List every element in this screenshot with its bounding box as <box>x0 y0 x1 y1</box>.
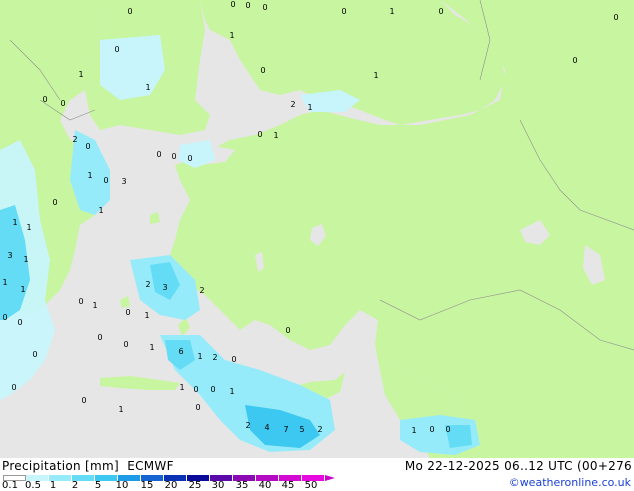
point-value-label: 0 <box>103 176 108 185</box>
point-value-label: 1 <box>145 83 150 92</box>
point-value-label: 0 <box>613 13 618 22</box>
point-value-label: 0 <box>231 355 236 364</box>
point-value-label: 1 <box>179 383 184 392</box>
point-value-label: 0 <box>195 403 200 412</box>
point-value-label: 0 <box>285 326 290 335</box>
point-value-label: 2 <box>245 421 250 430</box>
point-value-label: 0 <box>125 308 130 317</box>
point-value-label: 5 <box>299 425 304 434</box>
point-value-label: 0 <box>17 318 22 327</box>
point-value-label: 1 <box>411 426 416 435</box>
point-value-label: 3 <box>121 177 126 186</box>
point-value-label: 0 <box>572 56 577 65</box>
point-value-label: 2 <box>290 100 295 109</box>
point-value-label: 0 <box>230 0 235 9</box>
point-value-label: 4 <box>264 423 269 432</box>
point-value-label: 0 <box>123 340 128 349</box>
point-value-label: 1 <box>2 278 7 287</box>
point-value-label: 0 <box>445 425 450 434</box>
point-value-label: 0 <box>60 99 65 108</box>
point-value-label: 0 <box>78 297 83 306</box>
point-value-label: 2 <box>317 425 322 434</box>
map-title: Precipitation [mm] ECMWF <box>2 459 174 473</box>
point-value-label: 0 <box>257 130 262 139</box>
point-value-label: 0 <box>438 7 443 16</box>
map-footer: Precipitation [mm] ECMWF Mo 22-12-2025 0… <box>0 458 634 491</box>
point-value-label: 0 <box>171 152 176 161</box>
point-value-label: 1 <box>23 255 28 264</box>
point-value-label: 0 <box>11 383 16 392</box>
point-value-label: 1 <box>373 71 378 80</box>
point-value-label: 1 <box>149 343 154 352</box>
point-value-label: 0 <box>210 385 215 394</box>
point-value-label: 1 <box>20 285 25 294</box>
point-value-label: 1 <box>118 405 123 414</box>
point-value-label: 1 <box>26 223 31 232</box>
point-value-label: 1 <box>144 311 149 320</box>
point-value-label: 2 <box>145 280 150 289</box>
point-value-label: 0 <box>260 66 265 75</box>
point-value-label: 1 <box>197 352 202 361</box>
point-value-label: 1 <box>307 103 312 112</box>
point-value-label: 0 <box>127 7 132 16</box>
point-value-label: 0 <box>97 333 102 342</box>
point-value-label: 0 <box>114 45 119 54</box>
point-value-label: 0 <box>52 198 57 207</box>
point-value-label: 0 <box>42 95 47 104</box>
point-value-label: 0 <box>2 313 7 322</box>
point-value-label: 0 <box>81 396 86 405</box>
point-value-label: 1 <box>389 7 394 16</box>
point-value-label: 3 <box>7 251 12 260</box>
point-value-label: 0 <box>85 142 90 151</box>
point-value-label: 0 <box>187 154 192 163</box>
point-value-label: 0 <box>32 350 37 359</box>
point-value-label: 0 <box>341 7 346 16</box>
point-value-label: 0 <box>262 3 267 12</box>
point-value-label: 6 <box>178 347 183 356</box>
point-value-label: 0 <box>193 385 198 394</box>
point-value-label: 2 <box>72 135 77 144</box>
point-value-label: 1 <box>273 131 278 140</box>
point-value-label: 0 <box>156 150 161 159</box>
point-value-label: 0 <box>429 425 434 434</box>
point-value-label: 1 <box>92 301 97 310</box>
point-value-label: 2 <box>199 286 204 295</box>
source-credit: ©weatheronline.co.uk <box>508 476 631 489</box>
point-value-label: 1 <box>87 171 92 180</box>
point-value-label: 0 <box>245 1 250 10</box>
precipitation-map: 0 0 0 0 1 00100110 00102 10 10 002010 31113 11102 3 2… <box>0 0 634 458</box>
point-value-label: 3 <box>162 283 167 292</box>
point-value-label: 1 <box>229 387 234 396</box>
point-value-label: 1 <box>229 31 234 40</box>
point-value-label: 1 <box>78 70 83 79</box>
valid-time: Mo 22-12-2025 06..12 UTC (00+276 <box>404 459 632 473</box>
point-value-label: 1 <box>12 218 17 227</box>
point-value-label: 1 <box>98 206 103 215</box>
point-value-label: 7 <box>283 425 288 434</box>
point-value-label: 2 <box>212 353 217 362</box>
